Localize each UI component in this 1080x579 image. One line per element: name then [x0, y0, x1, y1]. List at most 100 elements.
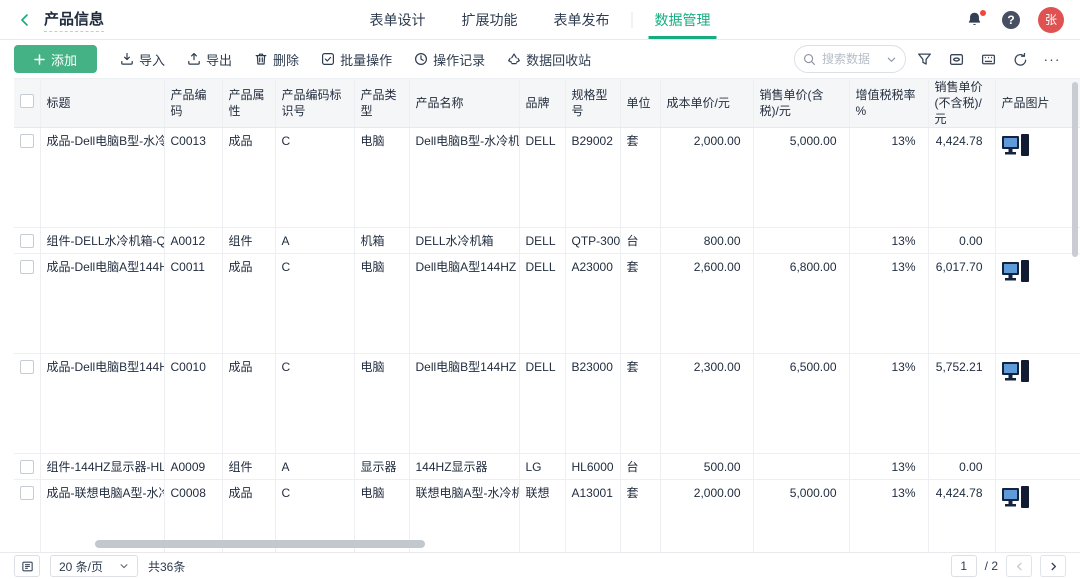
refresh-button[interactable]: [1006, 45, 1034, 73]
cell-price-without-tax: 4,424.78: [928, 128, 995, 228]
tab-divider: [632, 12, 633, 28]
total-count: 共36条: [148, 558, 185, 575]
select-all-checkbox[interactable]: [20, 94, 34, 108]
recycle-icon: [507, 52, 521, 66]
row-checkbox[interactable]: [20, 360, 34, 374]
cell-product-image: [995, 254, 1080, 354]
next-page-button[interactable]: [1040, 555, 1066, 577]
vertical-scrollbar-thumb[interactable]: [1072, 82, 1078, 257]
row-checkbox[interactable]: [20, 234, 34, 248]
table-row[interactable]: 组件-DELL水冷机箱-QTP-3... A0012 组件 A 机箱 DELL水…: [14, 228, 1080, 254]
column-header-product-type[interactable]: 产品类型: [354, 79, 409, 128]
tab-extensions[interactable]: 扩展功能: [444, 0, 536, 39]
back-button[interactable]: [16, 11, 34, 29]
cell-brand: DELL: [519, 128, 565, 228]
help-button[interactable]: ?: [1002, 11, 1020, 29]
column-header-product-code[interactable]: 产品编码: [164, 79, 222, 128]
cell-unit: 套: [620, 354, 660, 454]
batch-check-icon: [321, 52, 335, 66]
cell-price-with-tax: [753, 454, 849, 480]
chevron-right-icon: [1048, 561, 1059, 572]
column-header-product-image[interactable]: 产品图片: [995, 79, 1080, 128]
table-row[interactable]: 组件-144HZ显示器-HL6000 A0009 组件 A 显示器 144HZ显…: [14, 454, 1080, 480]
display-fields-button[interactable]: [942, 45, 970, 73]
chevron-left-icon: [1014, 561, 1025, 572]
filter-button[interactable]: [910, 45, 938, 73]
horizontal-scrollbar-thumb[interactable]: [95, 540, 425, 548]
search-input[interactable]: [822, 52, 880, 66]
row-checkbox[interactable]: [20, 260, 34, 274]
cell-product-type: 显示器: [354, 454, 409, 480]
pagination-bar: 20 条/页 共36条 / 2: [0, 552, 1080, 579]
cell-product-code: A0012: [164, 228, 222, 254]
chevron-down-icon[interactable]: [886, 54, 897, 65]
cell-price-with-tax: 5,000.00: [753, 480, 849, 553]
avatar[interactable]: 张: [1038, 7, 1064, 33]
product-image-thumb[interactable]: [1002, 134, 1032, 162]
notifications-button[interactable]: [966, 11, 984, 29]
import-button[interactable]: 导入: [111, 45, 174, 73]
column-header-price-without-tax[interactable]: 销售单价(不含税)/元: [928, 79, 995, 128]
cell-price-with-tax: 6,500.00: [753, 354, 849, 454]
cell-title: 组件-DELL水冷机箱-QTP-3...: [40, 228, 164, 254]
table-header-row: 标题 产品编码 产品属性 产品编码标识号 产品类型 产品名称 品牌 规格型号 单…: [14, 79, 1080, 128]
row-checkbox[interactable]: [20, 134, 34, 148]
export-button[interactable]: 导出: [178, 45, 241, 73]
column-header-cost-price[interactable]: 成本单价/元: [660, 79, 753, 128]
cell-product-image: [995, 228, 1080, 254]
cell-product-name: DELL水冷机箱: [409, 228, 519, 254]
column-header-product-name[interactable]: 产品名称: [409, 79, 519, 128]
page-size-select[interactable]: 20 条/页: [50, 555, 138, 577]
row-checkbox[interactable]: [20, 486, 34, 500]
column-header-price-with-tax[interactable]: 销售单价(含税)/元: [753, 79, 849, 128]
cell-unit: 套: [620, 480, 660, 553]
cell-code-id: C: [275, 354, 354, 454]
cell-product-type: 机箱: [354, 228, 409, 254]
table-row[interactable]: 成品-Dell电脑B型-水冷机... C0013 成品 C 电脑 Dell电脑B…: [14, 128, 1080, 228]
add-button[interactable]: 添加: [14, 45, 97, 73]
recycle-bin-button[interactable]: 数据回收站: [498, 45, 600, 73]
column-header-spec-model[interactable]: 规格型号: [565, 79, 620, 128]
delete-button[interactable]: 删除: [245, 45, 308, 73]
cell-price-without-tax: 5,752.21: [928, 354, 995, 454]
cell-brand: DELL: [519, 228, 565, 254]
column-header-vat-rate[interactable]: 增值税税率 %: [849, 79, 928, 128]
cell-spec-model: QTP-300: [565, 228, 620, 254]
column-header-title[interactable]: 标题: [40, 79, 164, 128]
operation-log-button[interactable]: 操作记录: [405, 45, 494, 73]
batch-operations-button[interactable]: 批量操作: [312, 45, 401, 73]
product-image-thumb[interactable]: [1002, 486, 1032, 514]
column-header-brand[interactable]: 品牌: [519, 79, 565, 128]
cell-spec-model: HL6000: [565, 454, 620, 480]
column-header-code-id[interactable]: 产品编码标识号: [275, 79, 354, 128]
page-title[interactable]: 产品信息: [44, 8, 104, 32]
previous-page-button[interactable]: [1006, 555, 1032, 577]
column-header-product-attribute[interactable]: 产品属性: [222, 79, 275, 128]
table-row[interactable]: 成品-Dell电脑B型144HZ-B... C0010 成品 C 电脑 Dell…: [14, 354, 1080, 454]
more-button[interactable]: ···: [1038, 45, 1066, 73]
product-image-thumb[interactable]: [1002, 360, 1032, 388]
computer-image-icon: [1002, 260, 1032, 285]
table-row[interactable]: 成品-Dell电脑A型144HZ-A... C0011 成品 C 电脑 Dell…: [14, 254, 1080, 354]
column-header-unit[interactable]: 单位: [620, 79, 660, 128]
cell-unit: 套: [620, 128, 660, 228]
tab-form-publish[interactable]: 表单发布: [536, 0, 628, 39]
main-tabs: 表单设计 扩展功能 表单发布 数据管理: [352, 0, 729, 39]
cell-product-code: A0009: [164, 454, 222, 480]
tab-form-design[interactable]: 表单设计: [352, 0, 444, 39]
cell-unit: 套: [620, 254, 660, 354]
cell-product-type: 电脑: [354, 354, 409, 454]
table-view-button[interactable]: [974, 45, 1002, 73]
cell-spec-model: A23000: [565, 254, 620, 354]
cell-vat-rate: 13%: [849, 480, 928, 553]
page-number-input[interactable]: [951, 555, 977, 577]
row-checkbox[interactable]: [20, 460, 34, 474]
cell-product-attribute: 成品: [222, 354, 275, 454]
tab-data-management[interactable]: 数据管理: [637, 0, 729, 39]
cell-product-code: C0011: [164, 254, 222, 354]
cell-product-name: Dell电脑B型144HZ: [409, 354, 519, 454]
cell-brand: DELL: [519, 254, 565, 354]
row-display-button[interactable]: [14, 555, 40, 577]
cell-price-with-tax: [753, 228, 849, 254]
product-image-thumb[interactable]: [1002, 260, 1032, 288]
